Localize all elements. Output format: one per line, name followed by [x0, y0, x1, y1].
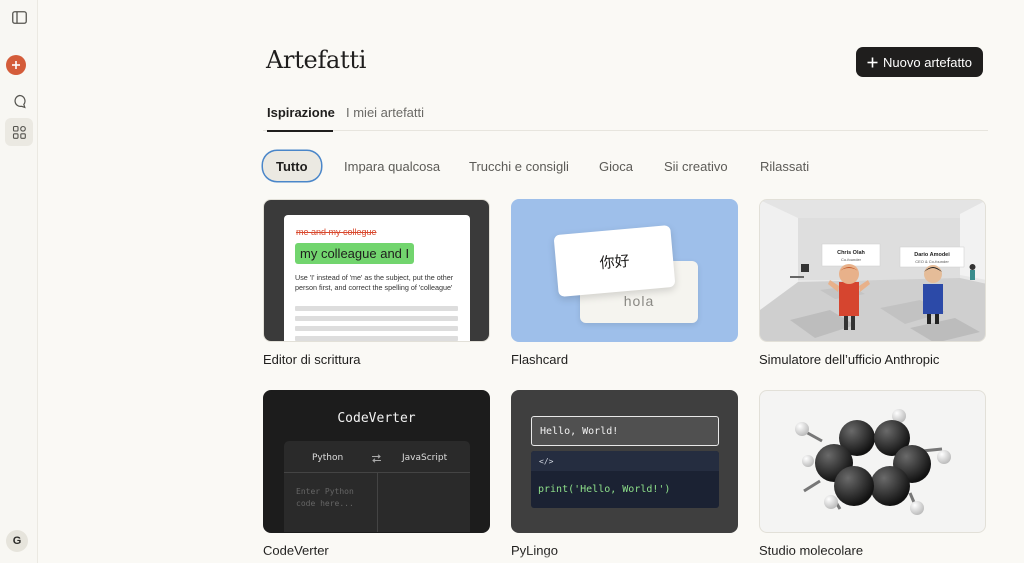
card-thumbnail [759, 390, 986, 533]
struck-text: me and my collegue [296, 227, 377, 237]
placeholder-line [295, 316, 458, 321]
card-title: Simulatore dell’ufficio Anthropic [759, 352, 940, 367]
divider [377, 472, 378, 532]
source-language: Python [312, 453, 344, 463]
page-title: Artefatti [266, 46, 367, 74]
filter-play[interactable]: Gioca [586, 151, 646, 181]
filter-label: Trucchi e consigli [469, 158, 569, 174]
filter-learn[interactable]: Impara qualcosa [331, 151, 453, 181]
placeholder-line [295, 336, 458, 341]
artifact-card-codeverter[interactable]: CodeVerter Python JavaScript Enter Pytho… [263, 390, 490, 558]
filter-label: Impara qualcosa [344, 158, 441, 174]
person2-role: CEO & Co-founder [915, 259, 949, 264]
artifacts-button[interactable] [5, 118, 33, 146]
sidebar-toggle-icon [11, 10, 27, 24]
plus-icon [12, 61, 20, 69]
tab-label: Ispirazione [267, 104, 335, 120]
card-title: Editor di scrittura [263, 352, 361, 367]
tab-my-artifacts[interactable]: I miei artefatti [346, 94, 424, 130]
tab-bar: Ispirazione I miei artefatti [263, 94, 988, 132]
card-thumbnail: Hello, World! </> print('Hello, World!') [511, 390, 738, 533]
code-tab: </> [531, 451, 719, 471]
codeverter-heading: CodeVerter [337, 411, 416, 426]
code-placeholder: Enter Python code here... [296, 487, 354, 508]
filter-creative[interactable]: Sii creativo [651, 151, 741, 181]
new-artifact-button[interactable]: Nuovo artefatto [856, 47, 983, 77]
plus-icon [867, 57, 878, 67]
person1-name: Chris Olah [837, 250, 865, 256]
chat-bubble-icon [13, 94, 26, 108]
sidebar: G [0, 0, 38, 563]
artifact-card-writing-editor[interactable]: me and my collegue my colleague and I Us… [263, 199, 490, 367]
target-language: JavaScript [402, 453, 448, 463]
tab-label: I miei artefatti [346, 104, 425, 120]
filter-label: Rilassati [760, 158, 810, 174]
code-editor: </> print('Hello, World!') [531, 451, 719, 508]
code-line: print('Hello, World!') [538, 484, 671, 495]
new-artifact-label: Nuovo artefatto [883, 54, 972, 70]
flashcard-front: 你好 [553, 225, 676, 297]
artifact-card-flashcard[interactable]: hola 你好 Flashcard [511, 199, 738, 367]
tab-inspiration[interactable]: Ispirazione [267, 94, 335, 132]
artifact-card-pylingo[interactable]: Hello, World! </> print('Hello, World!')… [511, 390, 738, 558]
user-avatar[interactable]: G [6, 530, 28, 552]
artifact-card-molecule-studio[interactable]: Studio molecolare [759, 390, 986, 558]
converter-panel: Python JavaScript Enter Python code here… [284, 441, 470, 532]
card-thumbnail: CodeVerter Python JavaScript Enter Pytho… [263, 390, 490, 533]
office-scene-illustration: Chris Olah Co-founder Dario Amodei CEO &… [760, 200, 985, 341]
person1-role: Co-founder [841, 257, 862, 262]
person2-name: Dario Amodei [914, 252, 950, 258]
placeholder-line [295, 326, 458, 331]
corrected-text: my colleague and I [295, 243, 415, 264]
filter-label: Gioca [599, 158, 633, 174]
filter-relax[interactable]: Rilassati [747, 151, 822, 181]
card-thumbnail: hola 你好 [511, 199, 738, 342]
chats-button[interactable] [5, 87, 33, 115]
correction-note: Use 'I' instead of 'me' as the subject, … [295, 273, 454, 292]
editor-paper: me and my collegue my colleague and I Us… [284, 215, 470, 341]
new-chat-button[interactable] [6, 55, 26, 75]
card-thumbnail: Chris Olah Co-founder Dario Amodei CEO &… [759, 199, 986, 342]
filter-all[interactable]: Tutto [263, 151, 321, 181]
artifact-card-office-simulator[interactable]: Chris Olah Co-founder Dario Amodei CEO &… [759, 199, 986, 367]
scroll-fade [38, 553, 1024, 563]
sidebar-toggle-button[interactable] [5, 3, 33, 31]
placeholder-line [295, 306, 458, 311]
artifacts-grid-icon [12, 125, 26, 139]
card-thumbnail: me and my collegue my colleague and I Us… [263, 199, 490, 342]
output-box: Hello, World! [531, 416, 719, 446]
filter-label: Sii creativo [664, 158, 728, 174]
molecule-illustration [795, 409, 951, 515]
swap-arrows-icon [372, 454, 381, 463]
filter-tips[interactable]: Trucchi e consigli [456, 151, 582, 181]
filter-label: Tutto [276, 158, 308, 174]
card-title: Flashcard [511, 352, 569, 367]
